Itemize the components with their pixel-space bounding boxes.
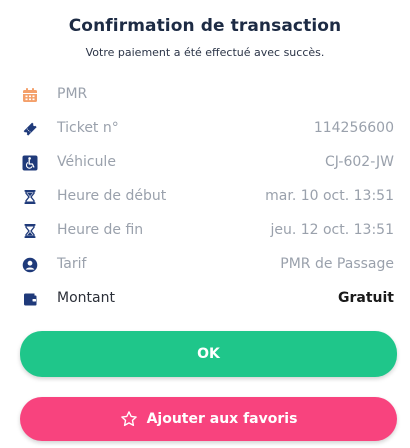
add-to-favorites-content: Ajouter aux favoris (120, 398, 298, 440)
detail-label-amount: Montant (57, 290, 115, 306)
detail-row-start-time: Heure de début mar. 10 oct. 13:51 (0, 180, 410, 214)
wheelchair-icon (22, 155, 38, 171)
detail-label-rate: Tarif (57, 256, 87, 272)
hourglass-start-icon (22, 189, 38, 205)
detail-label-vehicle: Véhicule (57, 154, 116, 170)
detail-label-category: PMR (57, 86, 88, 102)
hourglass-end-icon (22, 223, 38, 239)
ticket-icon (22, 121, 38, 137)
detail-value-rate: PMR de Passage (280, 256, 394, 272)
wallet-icon (22, 291, 38, 307)
detail-value-end-time: jeu. 12 oct. 13:51 (270, 222, 394, 238)
detail-row-amount: Montant Gratuit (0, 282, 410, 316)
detail-row-category: PMR (0, 78, 410, 112)
transaction-confirmation-dialog: Confirmation de transaction Votre paieme… (0, 0, 410, 448)
dialog-title: Confirmation de transaction (68, 16, 342, 36)
detail-value-vehicle: CJ-602-JW (325, 154, 394, 170)
ok-button[interactable]: OK (20, 331, 397, 377)
detail-row-vehicle: Véhicule CJ-602-JW (0, 146, 410, 180)
ok-button-label: OK (197, 346, 220, 362)
calendar-icon (22, 87, 38, 103)
detail-value-ticket: 114256600 (313, 120, 394, 136)
add-to-favorites-label: Ajouter aux favoris (146, 411, 298, 427)
detail-label-end-time: Heure de fin (57, 222, 144, 238)
star-icon (120, 411, 137, 427)
detail-row-rate: Tarif PMR de Passage (0, 248, 410, 282)
detail-value-start-time: mar. 10 oct. 13:51 (265, 188, 394, 204)
detail-row-ticket: Ticket n° 114256600 (0, 112, 410, 146)
detail-row-end-time: Heure de fin jeu. 12 oct. 13:51 (0, 214, 410, 248)
detail-value-amount: Gratuit (338, 290, 394, 306)
detail-label-ticket: Ticket n° (57, 120, 119, 136)
detail-label-start-time: Heure de début (57, 188, 167, 204)
user-circle-icon (22, 257, 38, 273)
add-to-favorites-button[interactable]: Ajouter aux favoris (20, 397, 397, 441)
dialog-subtitle: Votre paiement a été effectué avec succè… (85, 46, 325, 59)
